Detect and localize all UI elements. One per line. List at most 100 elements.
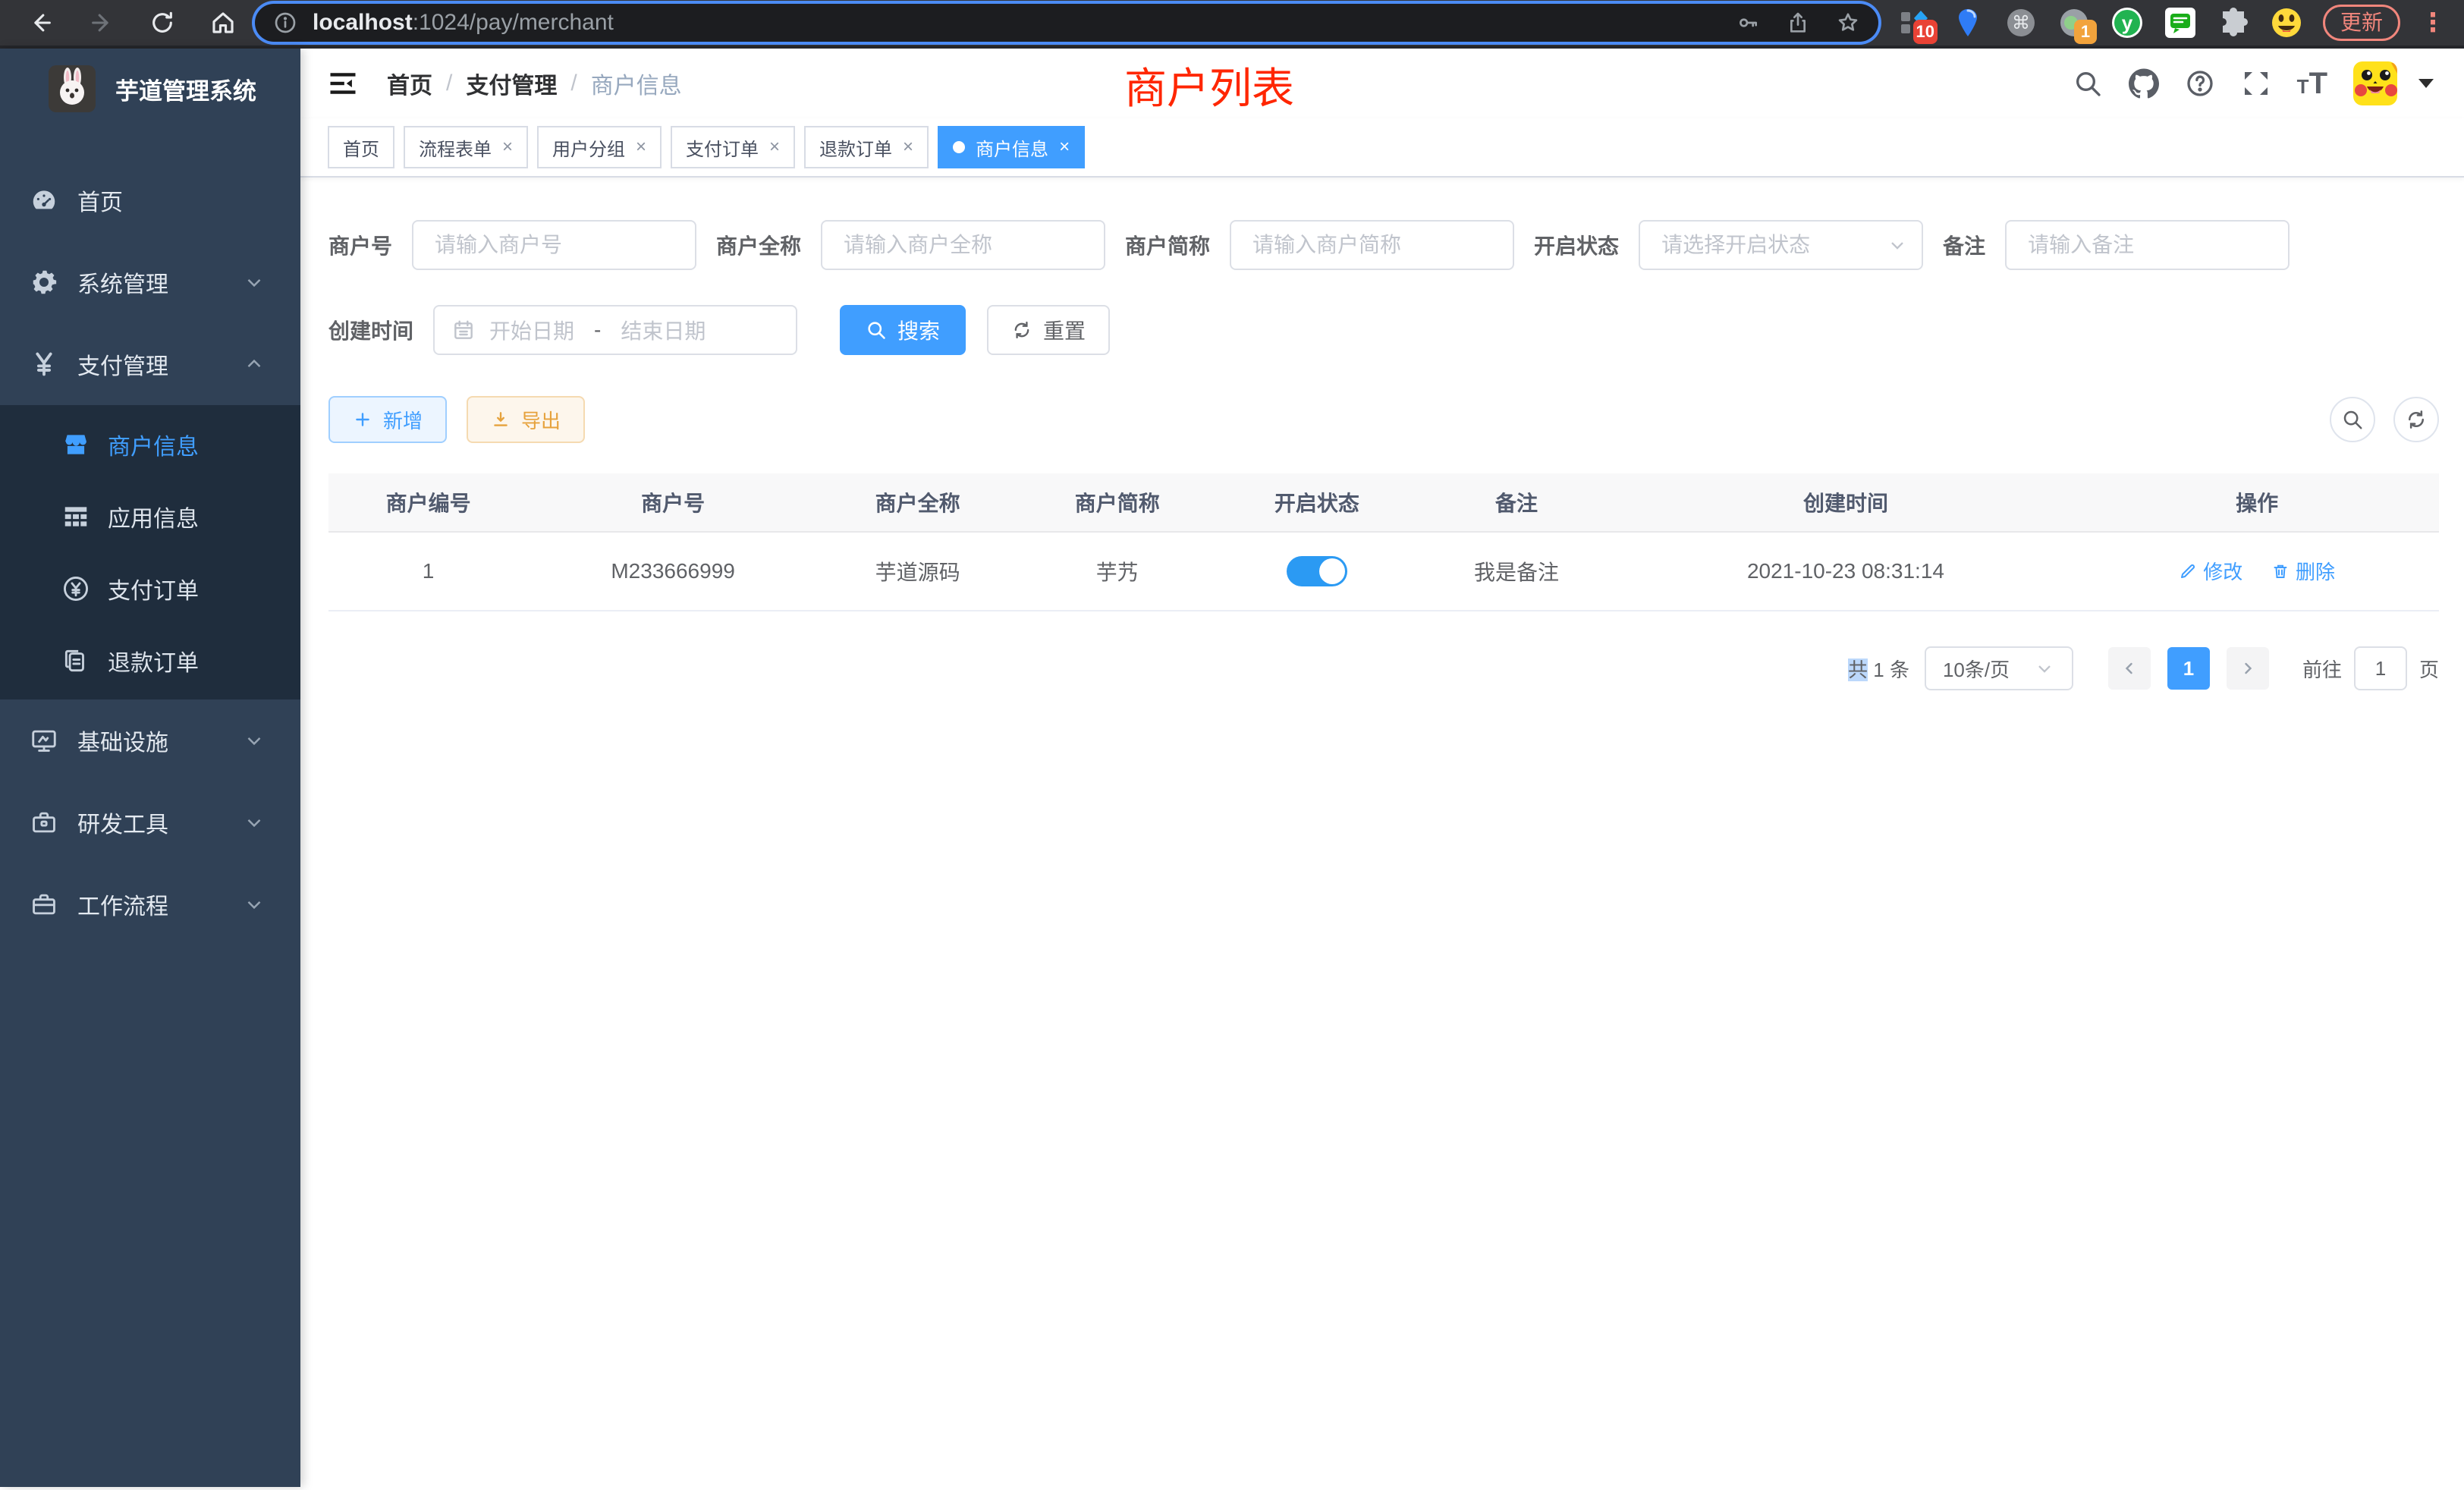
merchant-table: 商户编号 商户号 商户全称 商户简称 开启状态 备注 创建时间 操作 1 (328, 473, 2439, 611)
cell-status (1217, 532, 1416, 611)
sidebar-subitem-app-info[interactable]: 应用信息 (0, 480, 300, 552)
extension-blocks-icon[interactable]: 10 (1898, 6, 1931, 39)
close-icon[interactable]: × (1059, 138, 1070, 156)
browser-home-icon[interactable] (208, 8, 238, 38)
cell-actions: 修改 删除 (2075, 532, 2439, 611)
export-button[interactable]: 导出 (467, 396, 585, 443)
edit-link[interactable]: 修改 (2179, 557, 2242, 585)
browser-back-icon[interactable] (26, 8, 56, 38)
bookmark-star-icon[interactable] (1836, 11, 1860, 35)
sidebar-item-home[interactable]: 首页 (0, 159, 300, 241)
status-toggle[interactable] (1287, 556, 1347, 586)
merchant-no-input[interactable] (413, 233, 695, 257)
tab-process-form[interactable]: 流程表单× (404, 126, 528, 168)
search-icon[interactable] (2073, 68, 2103, 99)
sidebar-subitem-merchant-info[interactable]: 商户信息 (0, 408, 300, 480)
toggle-search-button[interactable] (2330, 397, 2375, 442)
filter-row-2: 创建时间 开始日期 - 结束日期 搜索 (328, 305, 2439, 355)
help-icon[interactable] (2185, 68, 2215, 99)
sidebar-item-system[interactable]: 系统管理 (0, 241, 300, 323)
browser-update-button[interactable]: 更新 (2323, 5, 2400, 41)
chevron-down-icon (1887, 234, 1908, 256)
cell-create-time: 2021-10-23 08:31:14 (1617, 532, 2076, 611)
refresh-button[interactable] (2393, 397, 2439, 442)
tab-pay-order[interactable]: 支付订单× (671, 126, 795, 168)
remark-input[interactable] (2007, 233, 2288, 257)
sidebar-subitem-pay-order[interactable]: 支付订单 (0, 552, 300, 624)
sidebar-menu: 首页 系统管理 支付管理 (0, 159, 300, 945)
breadcrumb-payment[interactable]: 支付管理 (466, 67, 557, 100)
end-date-placeholder: 结束日期 (621, 315, 706, 345)
extension-pin-icon[interactable] (1951, 6, 1985, 39)
page-size-select[interactable]: 10条/页 (1925, 646, 2073, 690)
chevron-down-icon (243, 271, 266, 294)
app-logo (49, 65, 96, 112)
browser-forward-icon[interactable] (86, 8, 117, 38)
extensions-puzzle-icon[interactable] (2217, 6, 2250, 39)
tab-home[interactable]: 首页 (328, 126, 394, 168)
browser-toolbar: localhost:1024/pay/merchant 10 ⌘ (0, 0, 2464, 49)
page-number-1[interactable]: 1 (2167, 647, 2210, 690)
caret-down-icon[interactable] (2418, 79, 2434, 88)
full-name-input[interactable] (822, 233, 1104, 257)
store-icon (59, 430, 93, 459)
tags-view: 首页 流程表单× 用户分组× 支付订单× 退款订单× 商户信息× (300, 118, 2464, 178)
start-date-placeholder: 开始日期 (489, 315, 574, 345)
github-icon[interactable] (2129, 68, 2159, 99)
sidebar-item-payment[interactable]: 支付管理 (0, 323, 300, 405)
sidebar-item-infrastructure[interactable]: 基础设施 (0, 699, 300, 781)
site-info-icon[interactable] (273, 11, 297, 35)
yen-icon (27, 350, 61, 379)
close-icon[interactable]: × (903, 138, 913, 156)
close-icon[interactable]: × (502, 138, 513, 156)
sidebar-item-dev-tools[interactable]: 研发工具 (0, 781, 300, 863)
extension-status-icon[interactable]: 1 (2057, 6, 2091, 39)
browser-nav-buttons (14, 8, 249, 38)
close-icon[interactable]: × (636, 138, 646, 156)
chevron-down-icon (243, 729, 266, 752)
filter-create-time: 创建时间 开始日期 - 结束日期 (328, 305, 797, 355)
status-select[interactable] (1640, 233, 1922, 257)
reset-button[interactable]: 重置 (987, 305, 1110, 355)
password-key-icon[interactable] (1736, 11, 1760, 35)
delete-link[interactable]: 删除 (2271, 557, 2335, 585)
font-size-icon[interactable]: TT (2297, 67, 2327, 101)
search-button[interactable]: 搜索 (840, 305, 966, 355)
breadcrumb-home[interactable]: 首页 (387, 67, 432, 100)
extension-chat-icon[interactable] (2164, 6, 2197, 39)
sidebar-toggle-icon[interactable] (326, 67, 360, 100)
prev-page-button[interactable] (2108, 647, 2151, 690)
sidebar-logo-row[interactable]: 芋道管理系统 (0, 49, 300, 132)
next-page-button[interactable] (2227, 647, 2269, 690)
app-title: 芋道管理系统 (115, 72, 256, 106)
extension-y-icon[interactable]: y (2110, 6, 2144, 39)
browser-reload-icon[interactable] (147, 8, 178, 38)
extension-emoji-icon[interactable] (2270, 6, 2303, 39)
fullscreen-icon[interactable] (2241, 68, 2271, 99)
browser-menu-icon[interactable]: ⋮ (2420, 10, 2446, 36)
url-bar[interactable]: localhost:1024/pay/merchant (255, 4, 1878, 42)
tab-refund-order[interactable]: 退款订单× (804, 126, 929, 168)
close-icon[interactable]: × (769, 138, 780, 156)
main-area: 商户列表 首页 / 支付管理 / 商户信息 (300, 49, 2464, 1487)
tab-merchant-info[interactable]: 商户信息× (938, 126, 1085, 168)
navbar-right: TT (2073, 61, 2434, 105)
svg-text:y: y (2122, 11, 2133, 34)
add-button[interactable]: 新增 (328, 396, 447, 443)
pagination: 共 1 条 10条/页 1 前往 页 (328, 646, 2439, 690)
document-icon (59, 646, 93, 675)
dashboard-icon (27, 186, 61, 215)
briefcase-icon (27, 890, 61, 919)
sidebar-subitem-refund-order[interactable]: 退款订单 (0, 624, 300, 696)
extension-command-icon[interactable]: ⌘ (2004, 6, 2038, 39)
sidebar: 芋道管理系统 首页 系统管理 (0, 49, 300, 1487)
goto-page-input[interactable] (2354, 646, 2407, 690)
user-avatar[interactable] (2353, 61, 2397, 105)
tab-user-group[interactable]: 用户分组× (537, 126, 662, 168)
sidebar-item-workflow[interactable]: 工作流程 (0, 863, 300, 945)
share-icon[interactable] (1786, 11, 1810, 35)
table-header-row: 商户编号 商户号 商户全称 商户简称 开启状态 备注 创建时间 操作 (328, 473, 2439, 532)
active-dot (953, 141, 965, 153)
date-range-picker[interactable]: 开始日期 - 结束日期 (433, 305, 797, 355)
short-name-input[interactable] (1231, 233, 1513, 257)
